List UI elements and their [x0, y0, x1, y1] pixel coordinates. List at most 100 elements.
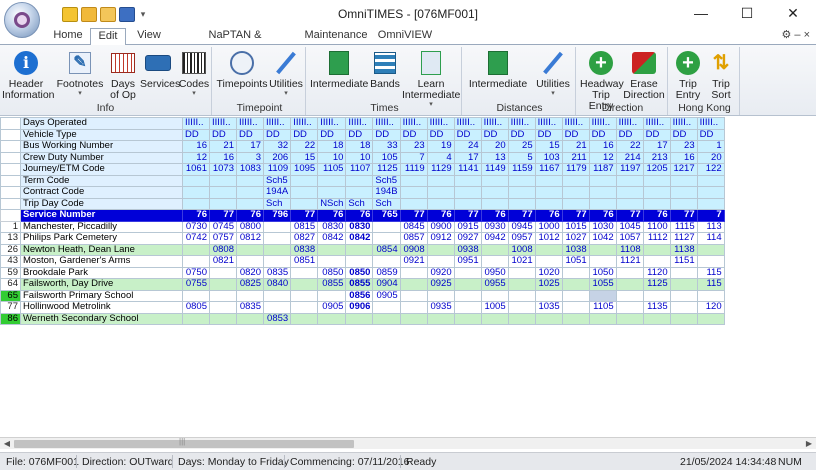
service-number-cell[interactable]: 7 [696, 209, 725, 222]
header-cell[interactable]: DD [399, 128, 428, 141]
time-cell[interactable]: 1008 [507, 243, 536, 256]
time-cell[interactable] [696, 255, 725, 268]
time-cell[interactable]: 1021 [507, 255, 536, 268]
header-cell[interactable]: 23 [399, 140, 428, 153]
time-cell[interactable] [507, 301, 536, 314]
header-cell[interactable]: 18 [345, 140, 374, 153]
time-cell[interactable] [317, 312, 347, 325]
header-cell[interactable] [345, 186, 374, 199]
time-cell[interactable]: 0842 [345, 232, 374, 245]
header-cell[interactable]: IIIII.. [399, 117, 428, 130]
service-number-cell[interactable]: 76 [317, 209, 347, 222]
header-cell[interactable]: IIIII.. [669, 117, 698, 130]
timepoints-button[interactable]: Timepoints [216, 49, 268, 90]
header-cell[interactable]: IIIII.. [588, 117, 617, 130]
tab-view[interactable]: View [128, 28, 170, 44]
header-cell[interactable] [696, 197, 725, 210]
times-intermediate-button[interactable]: Intermediate [310, 49, 368, 90]
header-cell[interactable]: 21 [561, 140, 590, 153]
time-cell[interactable] [669, 289, 698, 302]
time-cell[interactable] [345, 255, 374, 268]
time-cell[interactable]: 0854 [372, 243, 401, 256]
time-cell[interactable] [262, 255, 292, 268]
header-cell[interactable]: 1073 [209, 163, 237, 176]
service-number-cell[interactable]: 765 [372, 209, 401, 222]
time-cell[interactable]: 0850 [345, 266, 374, 279]
time-cell[interactable]: 0856 [345, 289, 374, 302]
time-cell[interactable]: 0904 [372, 278, 401, 291]
time-cell[interactable]: 0755 [182, 278, 210, 291]
header-cell[interactable]: DD [534, 128, 563, 141]
time-cell[interactable]: 0915 [453, 220, 482, 233]
tab-naptan[interactable]: NaPTAN & TransXChange [172, 28, 298, 56]
ribbon-window-controls[interactable]: ⚙ – × [781, 28, 810, 41]
header-cell[interactable]: IIIII.. [372, 117, 401, 130]
header-cell[interactable]: IIIII.. [290, 117, 319, 130]
scroll-right-icon[interactable]: ▶ [802, 438, 816, 450]
header-cell[interactable]: DD [262, 128, 292, 141]
distances-intermediate-button[interactable]: Intermediate [466, 49, 530, 90]
header-cell[interactable]: DD [345, 128, 374, 141]
time-cell[interactable] [262, 220, 292, 233]
service-number-cell[interactable]: 76 [642, 209, 671, 222]
time-cell[interactable] [534, 255, 563, 268]
time-cell[interactable]: 1108 [615, 243, 644, 256]
time-cell[interactable]: 1050 [588, 266, 617, 279]
header-cell[interactable] [209, 197, 237, 210]
header-cell[interactable]: Sch5 [372, 174, 401, 187]
time-cell[interactable]: 1112 [642, 232, 671, 245]
time-cell[interactable]: 0825 [236, 278, 264, 291]
time-cell[interactable] [399, 289, 428, 302]
header-cell[interactable]: DD [372, 128, 401, 141]
header-cell[interactable]: 1217 [669, 163, 698, 176]
time-cell[interactable]: 0905 [372, 289, 401, 302]
time-cell[interactable] [642, 289, 671, 302]
time-cell[interactable] [642, 255, 671, 268]
time-cell[interactable] [615, 301, 644, 314]
time-cell[interactable]: 1105 [588, 301, 617, 314]
time-cell[interactable]: 1020 [534, 266, 563, 279]
header-cell[interactable]: 1159 [507, 163, 536, 176]
header-cell[interactable]: 22 [290, 140, 319, 153]
time-cell[interactable] [399, 266, 428, 279]
header-cell[interactable]: 1095 [290, 163, 319, 176]
header-cell[interactable] [399, 174, 428, 187]
header-cell[interactable]: IIIII.. [262, 117, 292, 130]
time-cell[interactable]: 0942 [480, 232, 509, 245]
time-cell[interactable] [642, 312, 671, 325]
time-cell[interactable] [182, 255, 210, 268]
header-cell[interactable]: 213 [642, 151, 671, 164]
time-cell[interactable] [317, 243, 347, 256]
time-cell[interactable] [372, 301, 401, 314]
time-cell[interactable]: 0800 [236, 220, 264, 233]
tab-home[interactable]: Home [44, 28, 92, 44]
time-cell[interactable]: 1100 [642, 220, 671, 233]
header-cell[interactable]: 1 [696, 140, 725, 153]
time-cell[interactable]: 0815 [290, 220, 319, 233]
time-cell[interactable] [696, 312, 725, 325]
header-cell[interactable] [426, 174, 455, 187]
header-cell[interactable]: 1125 [372, 163, 401, 176]
service-number-cell[interactable]: 77 [669, 209, 698, 222]
time-cell[interactable]: 1051 [561, 255, 590, 268]
time-cell[interactable]: 0957 [507, 232, 536, 245]
header-cell[interactable]: 12 [182, 151, 210, 164]
time-cell[interactable] [262, 243, 292, 256]
time-cell[interactable] [480, 312, 509, 325]
header-cell[interactable]: 7 [399, 151, 428, 164]
header-cell[interactable]: 16 [209, 151, 237, 164]
header-cell[interactable] [696, 174, 725, 187]
scroll-left-icon[interactable]: ◀ [0, 438, 14, 450]
header-cell[interactable]: 16 [588, 140, 617, 153]
header-cell[interactable]: 20 [696, 151, 725, 164]
stop-name[interactable]: Newton Heath, Dean Lane [20, 243, 183, 256]
time-cell[interactable]: 115 [696, 278, 725, 291]
header-cell[interactable]: 13 [480, 151, 509, 164]
time-cell[interactable] [561, 278, 590, 291]
time-cell[interactable]: 0745 [209, 220, 237, 233]
header-cell[interactable]: 17 [236, 140, 264, 153]
time-cell[interactable]: 1000 [534, 220, 563, 233]
time-cell[interactable] [588, 255, 617, 268]
time-cell[interactable] [615, 266, 644, 279]
header-cell[interactable]: 15 [290, 151, 319, 164]
